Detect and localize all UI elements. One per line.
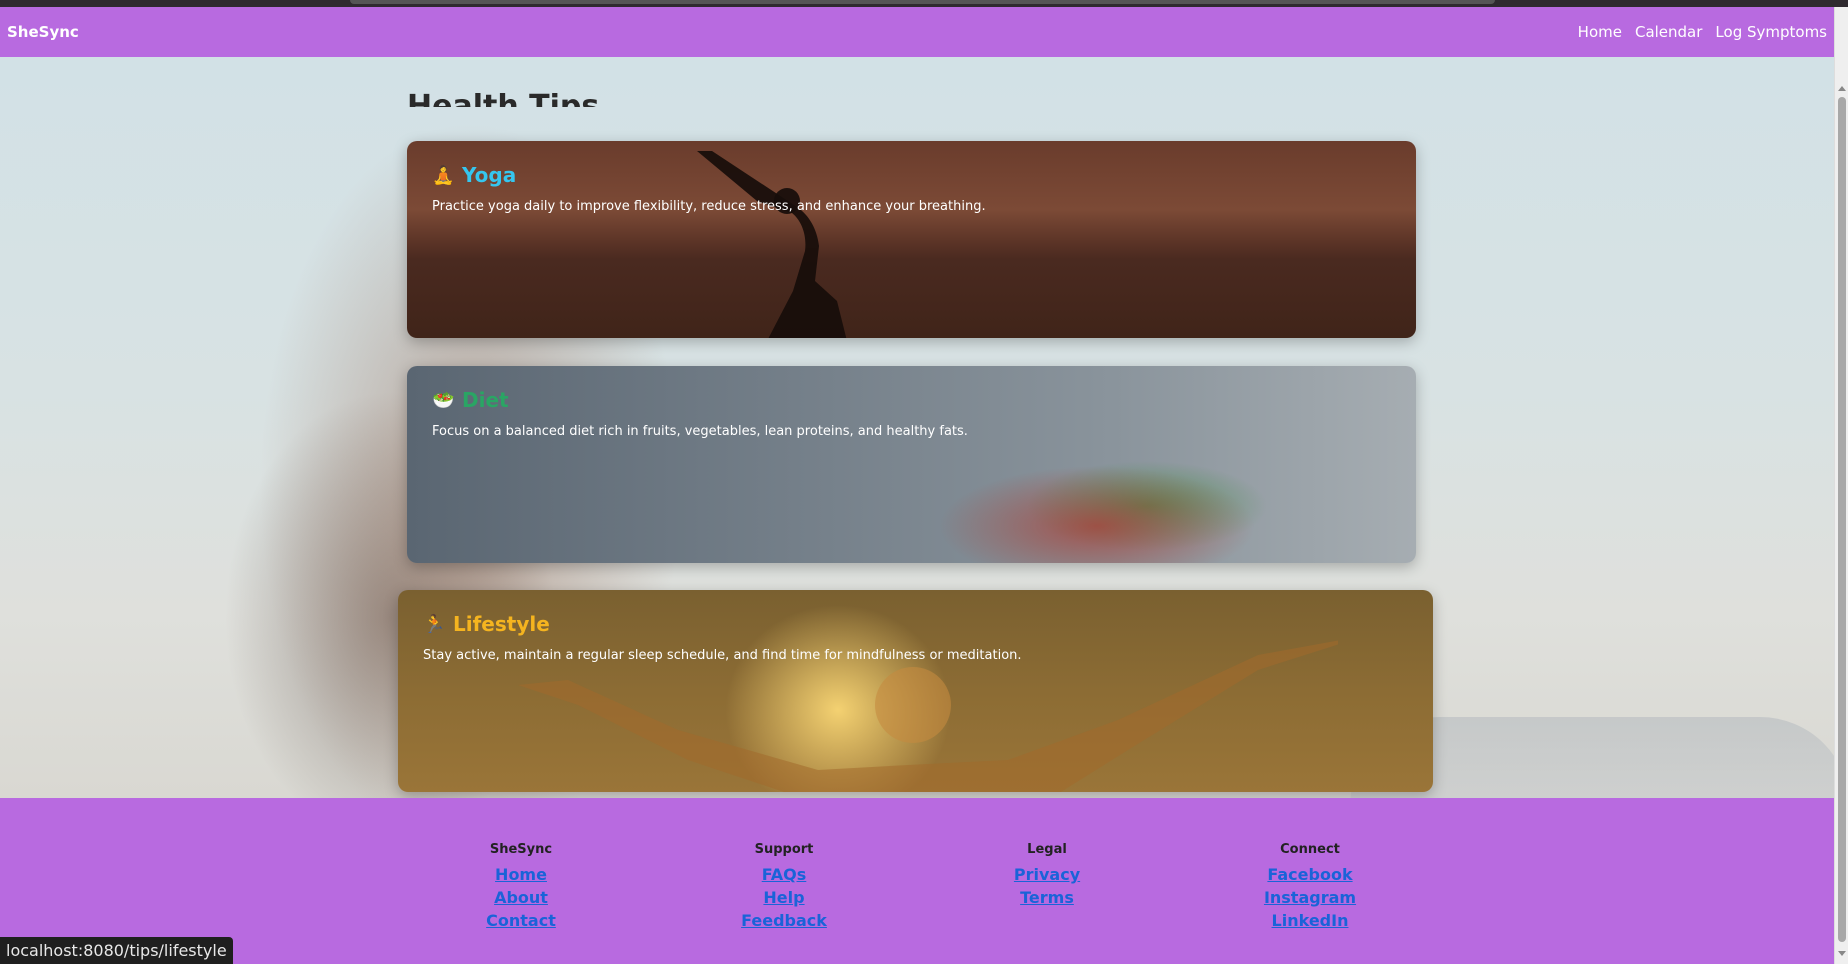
diet-card-content: 🥗 Diet Focus on a balanced diet rich in …	[432, 388, 1391, 439]
footer: SheSync Home About Contact Support FAQs …	[0, 798, 1834, 964]
navbar: SheSync Home Calendar Log Symptoms	[0, 7, 1834, 57]
nav-link-log-symptoms[interactable]: Log Symptoms	[1715, 23, 1827, 41]
footer-link-facebook[interactable]: Facebook	[1210, 863, 1410, 886]
nav-links: Home Calendar Log Symptoms	[1578, 23, 1827, 41]
scrollbar-thumb[interactable]	[1838, 97, 1846, 942]
footer-link-help[interactable]: Help	[684, 886, 884, 909]
lifestyle-title-text: Lifestyle	[453, 612, 550, 636]
scroll-down-arrow-icon[interactable]	[1838, 951, 1846, 956]
yoga-icon: 🧘	[432, 164, 455, 186]
diet-description: Focus on a balanced diet rich in fruits,…	[432, 424, 968, 439]
yoga-title-text: Yoga	[462, 163, 517, 187]
yoga-title: 🧘 Yoga	[432, 163, 1391, 187]
diet-title: 🥗 Diet	[432, 388, 1391, 412]
hero-background: Health Tips 🧘 Yoga Practice yoga daily t…	[0, 57, 1834, 798]
footer-column-connect: Connect Facebook Instagram LinkedIn	[1210, 842, 1410, 932]
yoga-description: Practice yoga daily to improve flexibili…	[432, 199, 986, 214]
page-title: Health Tips	[407, 89, 600, 107]
yoga-card-content: 🧘 Yoga Practice yoga daily to improve fl…	[432, 163, 1391, 214]
lifestyle-card-content: 🏃 Lifestyle Stay active, maintain a regu…	[423, 612, 1408, 663]
footer-link-contact[interactable]: Contact	[421, 909, 621, 932]
scroll-up-arrow-icon[interactable]	[1838, 86, 1846, 91]
footer-link-instagram[interactable]: Instagram	[1210, 886, 1410, 909]
footer-heading: Legal	[1027, 842, 1067, 857]
footer-column-support: Support FAQs Help Feedback	[684, 842, 884, 932]
footer-link-terms[interactable]: Terms	[947, 886, 1147, 909]
browser-top-strip	[0, 0, 1848, 7]
footer-link-about[interactable]: About	[421, 886, 621, 909]
page-scrollbar[interactable]	[1834, 7, 1848, 964]
footer-heading: Connect	[1280, 842, 1340, 857]
footer-link-home[interactable]: Home	[421, 863, 621, 886]
lifestyle-title: 🏃 Lifestyle	[423, 612, 1408, 636]
footer-heading: SheSync	[489, 842, 553, 857]
nav-link-calendar[interactable]: Calendar	[1635, 23, 1702, 41]
browser-tab-edge	[350, 0, 1495, 4]
footer-link-feedback[interactable]: Feedback	[684, 909, 884, 932]
footer-link-linkedin[interactable]: LinkedIn	[1210, 909, 1410, 932]
footer-column-legal: Legal Privacy Terms	[947, 842, 1147, 909]
runner-icon: 🏃	[423, 613, 446, 635]
footer-link-faqs[interactable]: FAQs	[684, 863, 884, 886]
tip-card-lifestyle[interactable]: 🏃 Lifestyle Stay active, maintain a regu…	[398, 590, 1433, 792]
tip-card-yoga[interactable]: 🧘 Yoga Practice yoga daily to improve fl…	[407, 141, 1416, 338]
lifestyle-description: Stay active, maintain a regular sleep sc…	[423, 648, 1022, 663]
diet-title-text: Diet	[462, 388, 509, 412]
brand-logo[interactable]: SheSync	[7, 23, 79, 41]
page-viewport: SheSync Home Calendar Log Symptoms Healt…	[0, 7, 1834, 964]
salad-icon: 🥗	[432, 389, 455, 411]
status-bar-url: localhost:8080/tips/lifestyle	[0, 937, 233, 964]
footer-heading: Support	[754, 842, 814, 857]
tip-card-diet[interactable]: 🥗 Diet Focus on a balanced diet rich in …	[407, 366, 1416, 563]
footer-column-shesync: SheSync Home About Contact	[421, 842, 621, 932]
footer-link-privacy[interactable]: Privacy	[947, 863, 1147, 886]
nav-link-home[interactable]: Home	[1578, 23, 1622, 41]
